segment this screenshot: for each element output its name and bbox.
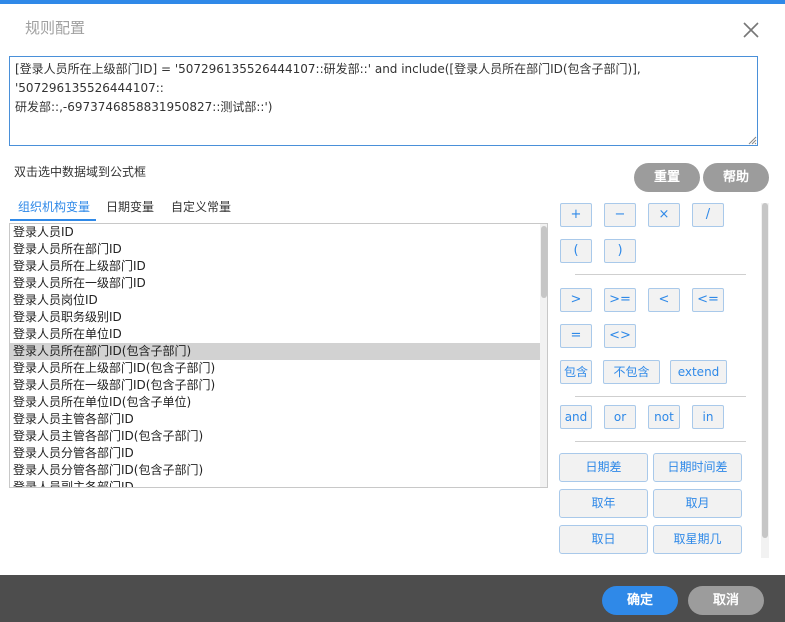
resize-handle-icon[interactable]	[748, 136, 757, 145]
or-button[interactable]: or	[604, 405, 636, 429]
equals-button[interactable]: =	[560, 324, 592, 348]
multiply-button[interactable]: ×	[648, 203, 680, 227]
list-scrollbar-thumb[interactable]	[541, 226, 547, 298]
greater-equal-button[interactable]: >=	[604, 288, 636, 312]
hint-text: 双击选中数据域到公式框	[14, 165, 147, 179]
get-month-button[interactable]: 取月	[653, 489, 742, 518]
formula-line-2: 研发部::,-697374685883195082​7::测试部::')	[15, 100, 273, 114]
tab-custom-constants[interactable]: 自定义常量	[171, 198, 231, 218]
less-equal-button[interactable]: <=	[692, 288, 724, 312]
divide-button[interactable]: /	[692, 203, 724, 227]
list-item[interactable]: 登录人员主管各部门ID(包含子部门)	[10, 428, 540, 445]
not-contains-button[interactable]: 不包含	[603, 360, 660, 384]
right-paren-button[interactable]: )	[604, 239, 636, 263]
get-weekday-button[interactable]: 取星期几	[653, 525, 742, 554]
list-item[interactable]: 登录人员所在部门ID(包含子部门)	[10, 343, 540, 360]
active-tab-indicator	[10, 219, 96, 221]
list-item[interactable]: 登录人员副主各部门ID	[10, 479, 540, 487]
list-item[interactable]: 登录人员所在单位ID(包含子单位)	[10, 394, 540, 411]
divider	[575, 441, 746, 442]
cancel-button[interactable]: 取消	[688, 586, 764, 615]
get-year-button[interactable]: 取年	[559, 489, 648, 518]
in-button[interactable]: in	[692, 405, 724, 429]
divider	[575, 274, 746, 275]
greater-button[interactable]: >	[560, 288, 592, 312]
plus-button[interactable]: +	[560, 203, 592, 227]
formula-line-1: [登录人员所在上级部门ID] = '507296135526444107::研发…	[15, 62, 641, 95]
list-item[interactable]: 登录人员所在上级部门ID	[10, 258, 540, 275]
operators-scrollbar[interactable]	[761, 203, 769, 558]
list-item[interactable]: 登录人员分管各部门ID	[10, 445, 540, 462]
list-scrollbar[interactable]	[540, 224, 547, 487]
variable-list-items: 登录人员ID 登录人员所在部门ID 登录人员所在上级部门ID 登录人员所在一级部门ID…	[10, 224, 540, 487]
tab-org-variables[interactable]: 组织机构变量	[18, 198, 90, 218]
extend-button[interactable]: extend	[670, 360, 727, 384]
list-item[interactable]: 登录人员职务级别ID	[10, 309, 540, 326]
variable-list: 登录人员ID 登录人员所在部门ID 登录人员所在上级部门ID 登录人员所在一级部门ID…	[9, 223, 548, 488]
not-equal-button[interactable]: <>	[604, 324, 636, 348]
list-item[interactable]: 登录人员所在上级部门ID(包含子部门)	[10, 360, 540, 377]
list-item[interactable]: 登录人员所在部门ID	[10, 241, 540, 258]
date-diff-button[interactable]: 日期差	[559, 453, 648, 482]
list-item[interactable]: 登录人员所在单位ID	[10, 326, 540, 343]
formula-editor[interactable]: [登录人员所在上级部门ID] = '507296135526444107::研发…	[9, 56, 758, 146]
list-item[interactable]: 登录人员所在一级部门ID	[10, 275, 540, 292]
datetime-diff-button[interactable]: 日期时间差	[653, 453, 742, 482]
contains-button[interactable]: 包含	[560, 360, 592, 384]
reset-button[interactable]: 重置	[634, 163, 700, 192]
close-icon[interactable]	[741, 20, 761, 40]
list-item[interactable]: 登录人员ID	[10, 224, 540, 241]
help-button[interactable]: 帮助	[703, 163, 769, 192]
divider	[575, 396, 746, 397]
left-paren-button[interactable]: (	[560, 239, 592, 263]
less-button[interactable]: <	[648, 288, 680, 312]
minus-button[interactable]: −	[604, 203, 636, 227]
dialog-title: 规则配置	[25, 19, 86, 37]
tab-date-variables[interactable]: 日期变量	[106, 198, 154, 218]
get-day-button[interactable]: 取日	[559, 525, 648, 554]
list-item[interactable]: 登录人员主管各部门ID	[10, 411, 540, 428]
not-button[interactable]: not	[648, 405, 680, 429]
variable-tabs: 组织机构变量 日期变量 自定义常量	[10, 198, 545, 220]
list-item[interactable]: 登录人员岗位ID	[10, 292, 540, 309]
operators-scrollbar-thumb[interactable]	[762, 203, 768, 538]
ok-button[interactable]: 确定	[602, 586, 678, 615]
list-item[interactable]: 登录人员所在一级部门ID(包含子部门)	[10, 377, 540, 394]
list-item[interactable]: 登录人员分管各部门ID(包含子部门)	[10, 462, 540, 479]
and-button[interactable]: and	[560, 405, 592, 429]
